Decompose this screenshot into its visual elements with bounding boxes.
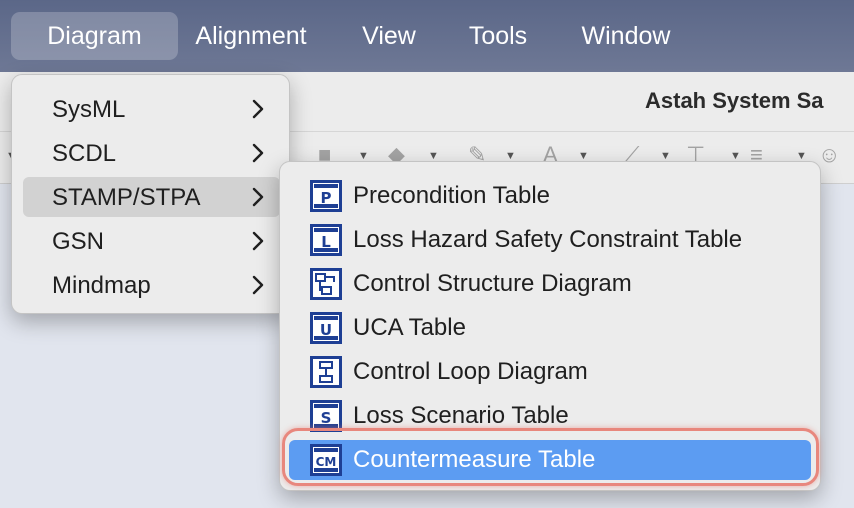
menu-item-label: Control Structure Diagram	[353, 270, 632, 297]
menu-alignment[interactable]: Alignment	[178, 12, 324, 60]
loss-hazard-table-icon: L	[310, 224, 342, 256]
chevron-right-icon	[252, 275, 264, 295]
menu-item-scdl[interactable]: SCDL	[23, 133, 280, 173]
menu-item-label: Countermeasure Table	[353, 446, 596, 473]
control-loop-diagram-icon	[310, 356, 342, 388]
stamp-stpa-submenu: P Precondition Table L Loss Hazard Safet…	[279, 161, 821, 491]
precondition-table-icon: P	[310, 180, 342, 212]
menu-item-label: Loss Hazard Safety Constraint Table	[353, 226, 743, 253]
menu-view[interactable]: View	[345, 12, 433, 60]
menu-diagram[interactable]: Diagram	[11, 12, 178, 60]
menu-item-label: STAMP/STPA	[52, 184, 201, 211]
control-structure-diagram-icon	[310, 268, 342, 300]
menu-item-label: UCA Table	[353, 314, 466, 341]
icon-letter: S	[321, 409, 332, 427]
diagram-menu: SysML SCDL STAMP/STPA GSN Mindmap	[11, 74, 290, 314]
menu-item-loss-hazard-safety-constraint-table[interactable]: L Loss Hazard Safety Constraint Table	[289, 220, 811, 260]
menu-item-mindmap[interactable]: Mindmap	[23, 265, 280, 305]
menu-item-countermeasure-table[interactable]: CM Countermeasure Table	[289, 440, 811, 480]
menu-item-label: Loss Scenario Table	[353, 402, 569, 429]
chevron-right-icon	[252, 187, 264, 207]
menu-item-label: SysML	[52, 96, 126, 123]
icon-letter: L	[321, 233, 331, 251]
menu-item-sysml[interactable]: SysML	[23, 89, 280, 129]
menu-tools[interactable]: Tools	[452, 12, 544, 60]
menu-item-uca-table[interactable]: U UCA Table	[289, 308, 811, 348]
menu-item-label: Mindmap	[52, 272, 151, 299]
menu-item-label: Control Loop Diagram	[353, 358, 588, 385]
icon-letter: CM	[316, 455, 337, 469]
chevron-right-icon	[252, 143, 264, 163]
menu-item-label: Precondition Table	[353, 182, 551, 209]
menu-item-stamp-stpa[interactable]: STAMP/STPA	[23, 177, 280, 217]
emoji-tool-icon[interactable]: ☺	[818, 142, 840, 168]
menu-item-label: SCDL	[52, 140, 117, 167]
menu-item-loss-scenario-table[interactable]: S Loss Scenario Table	[289, 396, 811, 436]
loss-scenario-table-icon: S	[310, 400, 342, 432]
uca-table-icon: U	[310, 312, 342, 344]
menu-item-precondition-table[interactable]: P Precondition Table	[289, 176, 811, 216]
chevron-right-icon	[252, 99, 264, 119]
menu-item-label: GSN	[52, 228, 105, 255]
window-title: Astah System Sa	[645, 88, 824, 113]
countermeasure-table-icon: CM	[310, 444, 342, 476]
menu-item-gsn[interactable]: GSN	[23, 221, 280, 261]
menu-window[interactable]: Window	[565, 12, 687, 60]
menu-item-control-loop-diagram[interactable]: Control Loop Diagram	[289, 352, 811, 392]
menu-item-control-structure-diagram[interactable]: Control Structure Diagram	[289, 264, 811, 304]
menu-bar: Diagram Alignment View Tools Window	[0, 0, 854, 72]
chevron-right-icon	[252, 231, 264, 251]
icon-letter: P	[321, 189, 332, 207]
icon-letter: U	[320, 321, 332, 339]
